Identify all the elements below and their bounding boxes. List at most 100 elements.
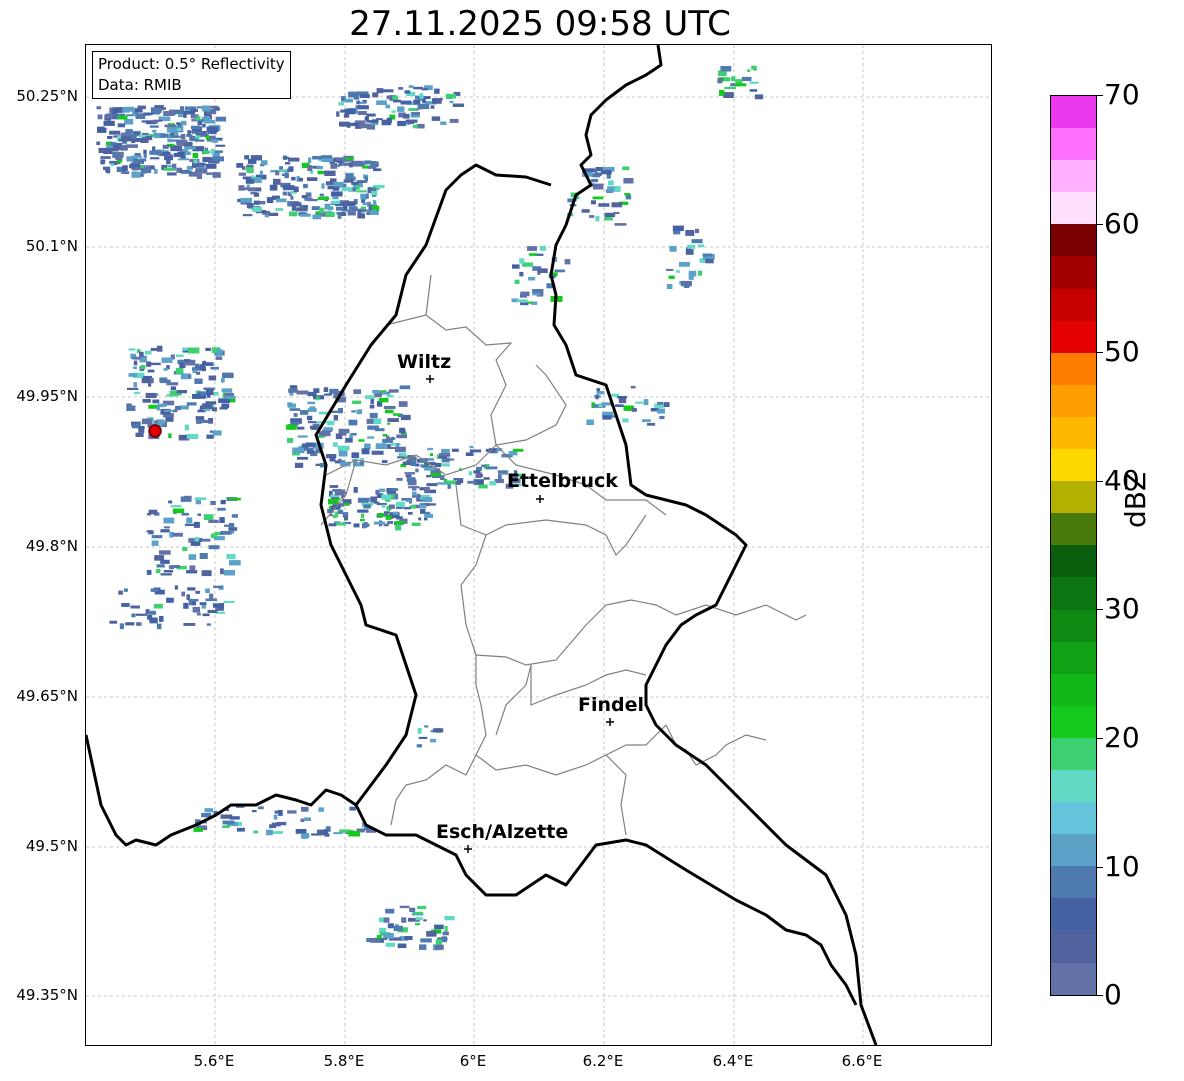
y-tick-label: 49.8°N — [25, 537, 78, 555]
echo-cell — [170, 386, 177, 391]
echo-cell — [301, 195, 308, 199]
echo-cell — [360, 513, 364, 518]
echo-cell — [336, 206, 344, 211]
echo-cell — [347, 211, 356, 216]
echo-cell — [127, 387, 139, 390]
echo-cell — [122, 165, 128, 171]
echo-cell — [420, 938, 432, 943]
echo-cell — [328, 523, 337, 527]
echo-cell — [205, 347, 211, 351]
echo-cell — [211, 407, 217, 412]
echo-cell — [348, 419, 358, 426]
echo-cell — [370, 398, 374, 405]
echo-cell — [353, 95, 360, 100]
echo-cell — [417, 103, 430, 110]
echo-cell — [623, 178, 634, 184]
echo-cell — [195, 363, 200, 367]
echo-cell — [105, 141, 111, 146]
echo-cell — [112, 151, 117, 158]
echo-cell — [184, 495, 192, 499]
colorbar-segment — [1051, 802, 1096, 835]
echo-cell — [109, 620, 118, 624]
colorbar-segment — [1051, 769, 1096, 803]
echo-cell — [406, 477, 416, 482]
echo-cell — [194, 536, 199, 542]
echo-cell — [205, 588, 210, 593]
echo-cell — [194, 378, 203, 384]
colorbar-segment — [1051, 673, 1096, 706]
echo-cell — [312, 214, 322, 220]
echo-cell — [121, 171, 130, 174]
echo-cell — [211, 139, 218, 143]
echo-cell — [359, 94, 370, 98]
echo-cell — [657, 401, 664, 405]
colorbar-tick-label: 70 — [1104, 78, 1140, 111]
echo-cell — [395, 446, 406, 453]
echo-cell — [370, 496, 377, 503]
echo-cell — [398, 401, 408, 407]
echo-cell — [415, 468, 419, 473]
echo-cell — [160, 559, 170, 564]
echo-cell — [613, 212, 620, 215]
colorbar-segment — [1051, 192, 1096, 225]
echo-cell — [673, 230, 681, 235]
echo-cell — [189, 565, 196, 571]
echo-cell — [371, 450, 384, 455]
echo-cell — [691, 239, 703, 244]
colorbar-segment — [1051, 96, 1096, 129]
echo-cell — [112, 107, 123, 113]
echo-cell — [174, 129, 178, 136]
echo-cell — [317, 170, 326, 175]
echo-cell — [192, 153, 199, 159]
echo-cell — [193, 159, 198, 164]
echo-cell — [424, 725, 429, 728]
echo-cell — [293, 413, 298, 417]
echo-cell — [201, 605, 207, 609]
echo-cell — [337, 214, 342, 219]
echo-cell — [226, 553, 236, 560]
echo-cell — [431, 116, 441, 121]
echo-cell — [401, 917, 407, 923]
echo-cell — [287, 403, 296, 408]
echo-cell — [376, 503, 387, 506]
echo-cell — [434, 88, 440, 94]
echo-cell — [438, 456, 447, 459]
echo-cell — [294, 462, 304, 468]
echo-cell — [171, 565, 180, 568]
echo-cell — [432, 99, 437, 103]
echo-cell — [593, 183, 604, 190]
echo-cell — [305, 442, 316, 447]
colorbar-tick — [1097, 224, 1103, 225]
radar-map[interactable] — [85, 44, 992, 1046]
echo-cell — [370, 187, 377, 191]
echo-cell — [146, 570, 152, 575]
echo-cell — [398, 452, 407, 457]
echo-cell — [435, 939, 442, 945]
echo-cell — [299, 410, 309, 415]
echo-cell — [186, 402, 197, 406]
echo-cell — [407, 120, 414, 124]
echo-cell — [338, 408, 343, 414]
echo-cell — [110, 163, 115, 167]
echo-cell — [188, 554, 197, 560]
echo-cell — [220, 568, 224, 575]
echo-cell — [389, 504, 395, 509]
echo-cell — [124, 118, 134, 125]
echo-cell — [537, 268, 548, 273]
echo-cell — [231, 514, 238, 518]
echo-cell — [595, 394, 599, 400]
echo-cell — [143, 154, 147, 158]
echo-cell — [439, 98, 443, 101]
echo-cell — [392, 95, 398, 101]
echo-cell — [174, 110, 184, 114]
colorbar-tick — [1097, 738, 1103, 739]
echo-cell — [128, 373, 137, 377]
echo-cell — [153, 120, 159, 124]
echo-cell — [125, 622, 135, 626]
echo-cell — [404, 90, 411, 94]
echo-cell — [247, 159, 257, 164]
echo-cell — [338, 458, 342, 462]
echo-cell — [150, 588, 158, 592]
echo-cell — [201, 570, 212, 577]
echo-cell — [208, 519, 219, 523]
